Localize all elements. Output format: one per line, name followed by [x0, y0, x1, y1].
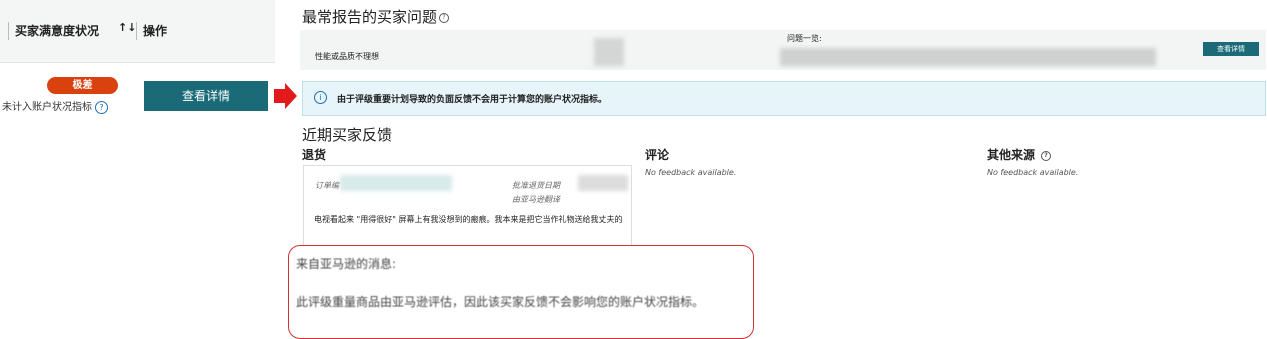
blurred-issue-list	[780, 48, 1156, 66]
order-label: 订单编	[315, 181, 339, 190]
top-issues-title-text: 最常报告的买家问题	[302, 8, 438, 26]
top-issues-title: 最常报告的买家问题?	[302, 6, 450, 27]
info-icon: i	[314, 91, 327, 104]
sort-icon[interactable]: ↑↓	[118, 21, 136, 34]
header-divider	[8, 22, 9, 40]
amazon-message-heading: 来自亚马逊的消息:	[296, 257, 397, 271]
translated-label: 由亚马逊翻译	[512, 195, 560, 204]
approved-date-label: 批准退货日期	[512, 181, 560, 190]
red-arrow-annotation	[274, 83, 297, 109]
recent-feedback-title: 近期买家反馈	[302, 126, 393, 144]
status-badge: 极差	[47, 77, 118, 94]
issue-list-label: 问题一览:	[787, 34, 822, 43]
not-counted-label: 未计入账户状况指标	[2, 102, 92, 113]
blurred-count	[594, 38, 624, 66]
other-sources-empty-text: No feedback available.	[987, 168, 1079, 177]
help-icon[interactable]: ?	[95, 100, 108, 114]
issue-view-details-button[interactable]: 查看详情	[1203, 42, 1259, 56]
return-comment: 电视看起来 "用得很好" 屏幕上有我没想到的瘢痕。我本来是把它当作礼物送给我丈夫…	[314, 215, 623, 224]
not-counted-note: 未计入账户状况指标?	[2, 98, 108, 114]
other-sources-title-text: 其他来源	[987, 148, 1036, 162]
comments-empty-text: No feedback available.	[645, 168, 737, 177]
issue-label: 性能或品质不理想	[315, 52, 379, 61]
comments-column-title: 评论	[645, 148, 670, 162]
returns-column-title: 退货	[302, 148, 327, 162]
column-title-buyer-satisfaction: 买家满意度状况	[15, 24, 100, 38]
other-sources-column-title: 其他来源?	[987, 146, 1052, 163]
header-divider	[136, 22, 137, 40]
blurred-order-number	[340, 175, 452, 191]
blurred-date	[578, 175, 628, 191]
view-details-button[interactable]: 查看详情	[144, 81, 268, 111]
help-icon[interactable]: ?	[1041, 150, 1052, 161]
amazon-message-body: 此评级重量商品由亚马逊评估，因此该买家反馈不会影响您的账户状况指标。	[296, 295, 705, 309]
help-icon[interactable]: ?	[439, 12, 450, 23]
column-title-actions: 操作	[143, 24, 168, 38]
info-banner-text: 由于评级重要计划导致的负面反馈不会用于计算您的账户状况指标。	[337, 95, 608, 105]
